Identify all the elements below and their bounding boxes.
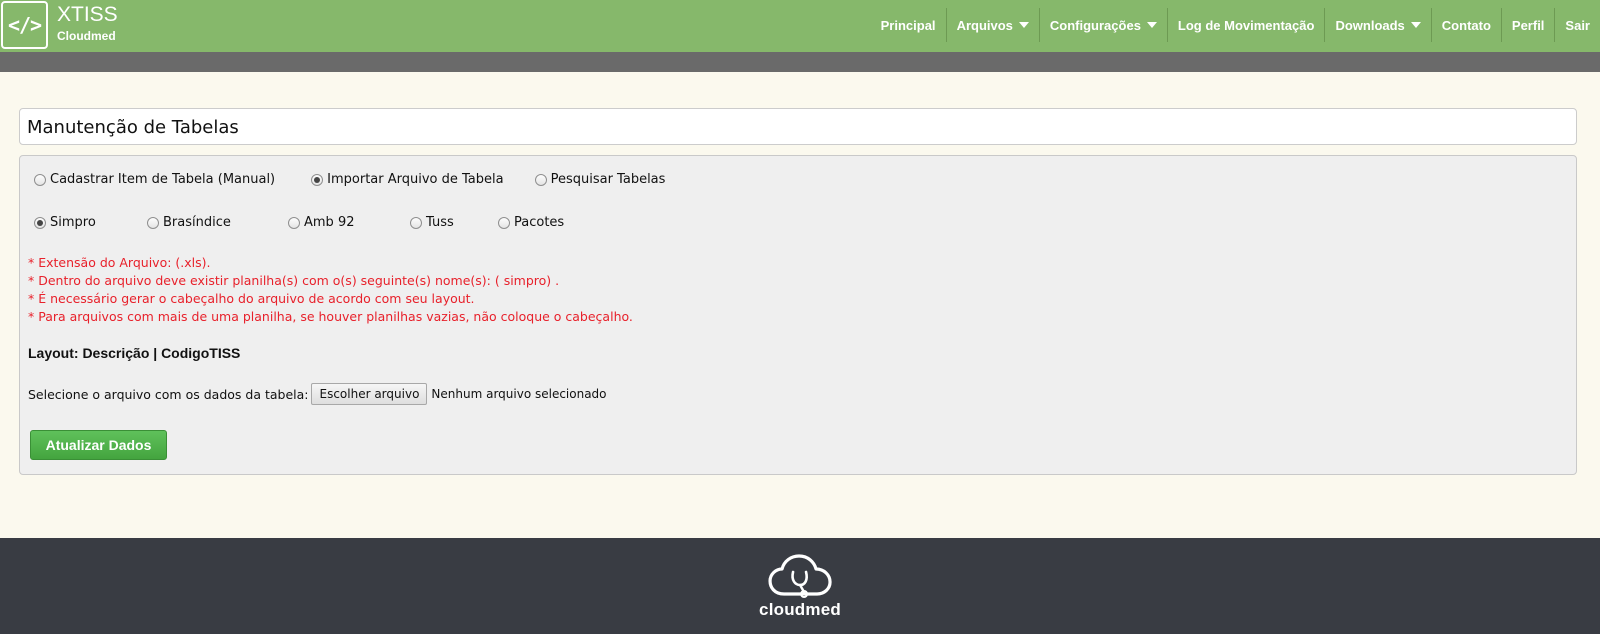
nav-item-label: Arquivos [956,17,1013,33]
code-logo-icon[interactable]: </> [1,1,48,49]
nav-item-label: Log de Movimentação [1177,17,1315,33]
radio-label: Tuss [426,215,454,230]
nav-item-label: Principal [880,17,936,33]
radio-option-simpro[interactable]: Simpro [34,215,147,230]
footer-logo-text: cloudmed [759,600,841,619]
brand-title[interactable]: XTISS [57,3,118,27]
radio-button[interactable] [534,173,547,186]
radio-button[interactable] [147,216,159,229]
radio-label: Amb 92 [304,215,355,230]
file-upload-label: Selecione o arquivo com os dados da tabe… [28,386,309,402]
radio-label: Simpro [50,215,96,230]
nav-item-label: Downloads [1335,17,1405,33]
radio-option-pacotes[interactable]: Pacotes [498,215,564,230]
nav-item-downloads[interactable]: Downloads [1324,8,1430,42]
radio-label: Pacotes [514,215,565,230]
footer: cloudmed [0,538,1600,634]
radio-label: Pesquisar Tabelas [550,172,666,187]
warning-text: * Para arquivos com mais de uma planilha… [28,309,633,324]
file-upload-row: Selecione o arquivo com os dados da tabe… [28,383,607,405]
nav-item-sair[interactable]: Sair [1554,8,1600,42]
nav-item-principal[interactable]: Principal [871,8,946,42]
warning-text: * Extensão do Arquivo: (.xls). [28,255,211,270]
brand-subtitle: Cloudmed [57,29,116,43]
radio-label: Importar Arquivo de Tabela [327,172,504,187]
file-status-text: Nenhum arquivo selecionado [431,387,607,401]
nav-item-contato[interactable]: Contato [1430,8,1501,42]
nav-item-label: Contato [1441,17,1491,33]
radio-button-selected[interactable] [311,173,324,186]
caret-down-icon [1018,22,1029,28]
cloud-stethoscope-icon [768,554,832,598]
import-panel: Cadastrar Item de Tabela (Manual) Import… [19,155,1577,475]
radio-option-importar-arquivo[interactable]: Importar Arquivo de Tabela [311,172,504,187]
warning-text: * Dentro do arquivo deve existir planilh… [28,273,560,288]
radio-button[interactable] [34,173,46,186]
radio-option-cadastrar-manual[interactable]: Cadastrar Item de Tabela (Manual) [34,172,275,187]
table-radio-group: Simpro Brasíndice Amb 92 Tuss Pacotes [34,215,564,230]
page-title-box: Manutenção de Tabelas [19,108,1577,145]
radio-button[interactable] [410,216,422,229]
nav-item-label: Configurações [1049,17,1141,33]
radio-label: Cadastrar Item de Tabela (Manual) [50,172,276,187]
choose-file-button[interactable]: Escolher arquivo [311,383,428,405]
mode-radio-group: Cadastrar Item de Tabela (Manual) Import… [34,172,665,187]
radio-button-selected[interactable] [34,216,46,229]
radio-option-pesquisar-tabelas[interactable]: Pesquisar Tabelas [534,172,666,187]
caret-down-icon [1146,22,1157,28]
sub-bar [0,52,1600,72]
main-nav: Principal Arquivos Configurações Log de … [871,8,1600,42]
warning-text: * É necessário gerar o cabeçalho do arqu… [28,291,475,306]
page-title: Manutenção de Tabelas [27,117,239,138]
nav-item-arquivos[interactable]: Arquivos [945,8,1039,42]
top-navbar: </> XTISS Cloudmed Principal Arquivos Co… [0,0,1600,52]
update-data-button[interactable]: Atualizar Dados [30,430,167,460]
radio-label: Brasíndice [163,215,231,230]
radio-button[interactable] [498,216,510,229]
caret-down-icon [1410,22,1421,28]
nav-item-log-movimentacao[interactable]: Log de Movimentação [1166,8,1325,42]
layout-label: Layout: Descrição | CodigoTISS [28,345,241,361]
nav-item-label: Sair [1565,17,1590,33]
radio-option-tuss[interactable]: Tuss [410,215,498,230]
radio-option-amb92[interactable]: Amb 92 [288,215,410,230]
nav-item-label: Perfil [1511,17,1545,33]
nav-item-configuracoes[interactable]: Configurações [1038,8,1167,42]
radio-option-brasindice[interactable]: Brasíndice [147,215,288,230]
radio-button[interactable] [288,216,300,229]
nav-item-perfil[interactable]: Perfil [1500,8,1555,42]
footer-logo: cloudmed [759,554,841,620]
